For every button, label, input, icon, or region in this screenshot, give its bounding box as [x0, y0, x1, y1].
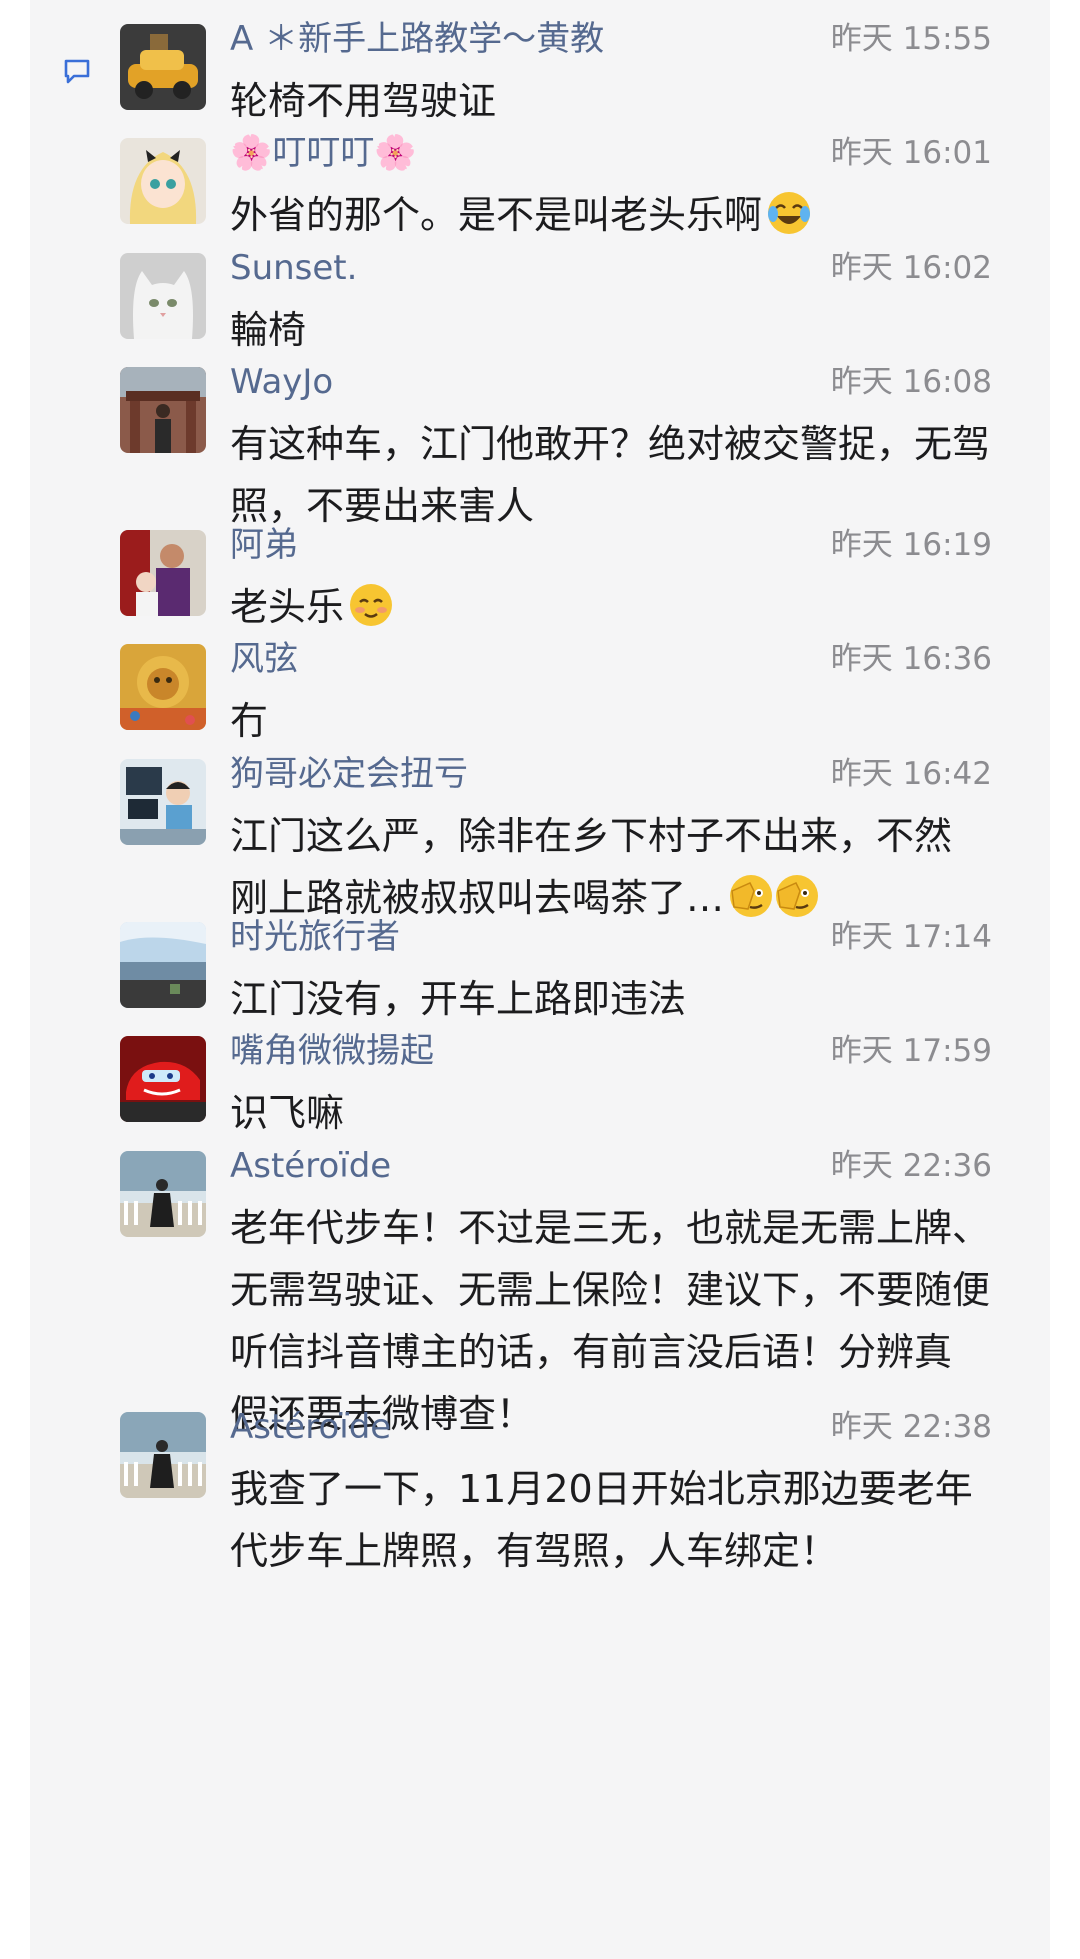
commenter-name[interactable]: 嘴角微微揚起 [230, 1026, 434, 1076]
comment-time: 昨天 22:36 [830, 1148, 992, 1184]
comment-icon[interactable] [62, 56, 92, 86]
comment-time: 昨天 16:02 [830, 250, 992, 286]
shy-smile-emoji-icon [350, 584, 393, 626]
comment-text: 轮椅不用驾驶证 [230, 70, 1020, 132]
face-palm-emoji-icon [730, 875, 773, 917]
comment-text: 江门没有，开车上路即违法 [230, 968, 1020, 1030]
family-avatar[interactable] [120, 530, 206, 616]
woman-fence-avatar[interactable] [120, 1151, 206, 1237]
commenter-name[interactable]: 阿弟 [230, 520, 298, 570]
anime-girl-avatar[interactable] [120, 138, 206, 224]
comment-text: 江门这么严，除非在乡下村子不出来，不然 刚上路就被叔叔叫去喝茶了… [230, 805, 1020, 929]
person-temple-avatar[interactable] [120, 367, 206, 453]
seaside-avatar[interactable] [120, 922, 206, 1008]
comment-text-body: 我查了一下，11月20日开始北京那边要老年 代步车上牌照，有驾照，人车绑定！ [230, 1467, 973, 1573]
commenter-name[interactable]: A ＊新手上路教学～黄教 [230, 14, 604, 64]
comment-text: 老头乐 [230, 576, 1020, 638]
comment-text: 我查了一下，11月20日开始北京那边要老年 代步车上牌照，有驾照，人车绑定！ [230, 1458, 1020, 1582]
face-palm-emoji-icon [776, 875, 819, 917]
comment-time: 昨天 16:36 [830, 641, 992, 677]
comment-text: 有这种车，江门他敢开？绝对被交警捉，无驾 照，不要出来害人 [230, 413, 1020, 537]
commenter-name[interactable]: Astéroïde [230, 1141, 391, 1191]
commenter-name[interactable]: Sunset. [230, 243, 357, 293]
comment-text: 外省的那个。是不是叫老头乐啊 [230, 184, 1020, 246]
comment-text-body: 识飞嘛 [230, 1091, 345, 1135]
comment-time: 昨天 17:14 [830, 919, 992, 955]
laugh-cry-emoji-icon [768, 192, 811, 234]
comment-text-body: 江门没有，开车上路即违法 [230, 977, 687, 1021]
comment-text-body: 江门这么严，除非在乡下村子不出来，不然 刚上路就被叔叔叫去喝茶了… [230, 814, 953, 920]
comment-time: 昨天 16:01 [830, 135, 992, 171]
red-car-avatar[interactable] [120, 1036, 206, 1122]
comment-text: 冇 [230, 690, 1020, 752]
woman-fence-avatar[interactable] [120, 1412, 206, 1498]
comment-time: 昨天 17:59 [830, 1033, 992, 1069]
car-cartoon-avatar[interactable] [120, 24, 206, 110]
comment-text-body: 老头乐 [230, 585, 345, 629]
comment-text-body: 外省的那个。是不是叫老头乐啊 [230, 193, 763, 237]
comment-text-body: 有这种车，江门他敢开？绝对被交警捉，无驾 照，不要出来害人 [230, 422, 991, 528]
commenter-name[interactable]: 狗哥必定会扭亏 [230, 749, 468, 799]
comment-time: 昨天 16:42 [830, 756, 992, 792]
comment-text-body: 輪椅 [230, 308, 307, 352]
comment-time: 昨天 16:08 [830, 364, 992, 400]
comment-text-body: 冇 [230, 699, 269, 743]
commenter-name[interactable]: 时光旅行者 [230, 912, 400, 962]
cat-avatar[interactable] [120, 253, 206, 339]
commenter-name[interactable]: 风弦 [230, 634, 298, 684]
comment-time: 昨天 15:55 [830, 21, 992, 57]
comment-text-body: 轮椅不用驾驶证 [230, 79, 497, 123]
comment-time: 昨天 22:38 [830, 1409, 992, 1445]
comment-text: 识飞嘛 [230, 1082, 1020, 1144]
comment-time: 昨天 16:19 [830, 527, 992, 563]
comment-text: 輪椅 [230, 299, 1020, 361]
child-computer-avatar[interactable] [120, 759, 206, 845]
lion-art-avatar[interactable] [120, 644, 206, 730]
commenter-name[interactable]: 🌸叮叮叮🌸 [230, 128, 417, 178]
commenter-name[interactable]: Astéroïde [230, 1402, 391, 1452]
commenter-name[interactable]: WayJo [230, 357, 333, 407]
